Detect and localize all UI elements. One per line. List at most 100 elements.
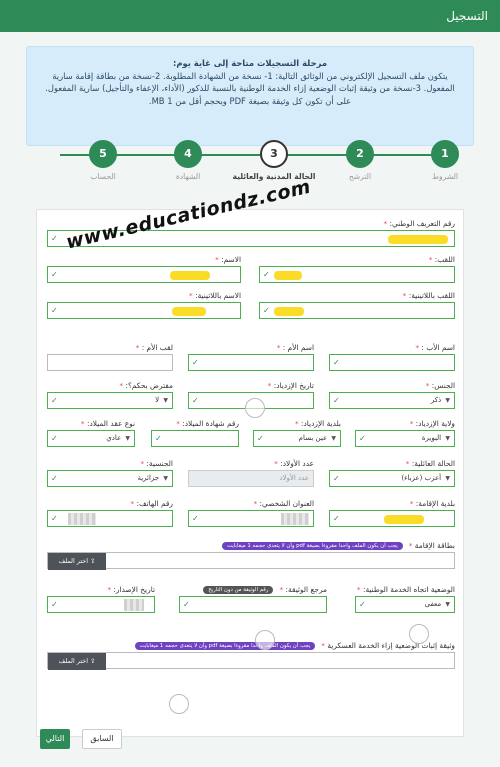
firstname-latin-input[interactable]: ✓ [47, 302, 241, 319]
choose-file-button[interactable]: ⇪ اختر الملف [48, 653, 106, 670]
next-button[interactable]: التالي [40, 729, 70, 749]
required-mark: * [274, 459, 278, 468]
birth-cert-type-field: نوع عقد الميلاد: * ✓ ▼ عادي [47, 418, 135, 447]
check-icon: ✓ [51, 270, 58, 279]
doc-ref-hint-badge: رقم الوثيقة من دون التاريخ [203, 586, 274, 594]
address-input[interactable]: ✓ [188, 510, 314, 527]
residence-card-file-input[interactable]: ⇪ اختر الملف [47, 552, 455, 570]
firstname-input[interactable]: ✓ [47, 266, 241, 283]
notice-title: مرحلة التسجيلات متاحة إلى غاية يوم: [172, 58, 328, 68]
step-label: الشروط [431, 172, 459, 181]
step-number: 2 [346, 140, 374, 168]
field-label: الحالة العائلية: [411, 459, 455, 468]
file-hint-badge: يجب أن يكون الملف واحدا مقروءا بصيغة pdf… [134, 642, 316, 650]
field-label: نوع عقد الميلاد: [86, 419, 135, 428]
children-input[interactable]: عدد الأولاد [188, 470, 314, 487]
birth-cert-type-select[interactable]: ✓ ▼ عادي [47, 430, 135, 447]
nationality-select[interactable]: ✓ ▼ جزائرية [47, 470, 173, 487]
field-label: اللقب باللاتينية: [408, 291, 455, 300]
check-icon: ✓ [263, 270, 270, 279]
issue-date-input[interactable]: ✓ [47, 596, 155, 613]
required-mark: * [321, 641, 325, 650]
field-label: الجنس: [431, 381, 455, 390]
required-mark: * [80, 419, 85, 428]
step-number: 4 [174, 140, 202, 168]
choose-file-button[interactable]: ⇪ اختر الملف [48, 553, 106, 570]
father-name-input[interactable]: ✓ [329, 354, 455, 371]
step-candidacy[interactable]: 2 الترشح [315, 136, 405, 182]
field-label: رقم التعريف الوطني: [389, 219, 456, 228]
upload-icon: ⇪ [90, 557, 96, 565]
check-icon: ✓ [51, 234, 58, 243]
chevron-down-icon: ▼ [125, 435, 130, 442]
blurred-value [124, 599, 144, 611]
field-label: لقب الأم : [141, 343, 173, 352]
required-mark: * [415, 343, 420, 352]
redaction-mark [170, 271, 210, 280]
select-value: لا [155, 396, 160, 404]
firstname-field: الاسم: * ✓ [47, 254, 241, 283]
chevron-down-icon: ▼ [445, 397, 450, 404]
issue-date-field: تاريخ الإصدار: * ✓ [47, 584, 155, 613]
chevron-down-icon: ▼ [445, 435, 450, 442]
birth-wilaya-select[interactable]: ✓ ▼ البويرة [355, 430, 455, 447]
check-icon: ✓ [333, 396, 340, 405]
step-label: الحساب [90, 172, 116, 181]
ns-doc-file-input[interactable]: ⇪ اختر الملف [47, 652, 455, 670]
required-mark: * [119, 381, 124, 390]
ns-status-field: الوضعية اتجاه الخدمة الوطنية: * ✓ ▼ معفى [355, 584, 455, 613]
blurred-value [68, 513, 96, 525]
field-label: وثيقة إثبات الوضعية إزاء الخدمة العسكرية [327, 641, 455, 650]
redaction-mark [274, 307, 304, 316]
required-mark: * [294, 419, 299, 428]
presumed-select[interactable]: ✓ ▼ لا [47, 392, 173, 409]
field-label: مرجع الوثيقة: [285, 585, 328, 594]
birth-commune-select[interactable]: ✓ ▼ عين بسام [253, 430, 341, 447]
check-icon: ✓ [359, 600, 366, 609]
field-label: عدد الأولاد: [280, 459, 314, 468]
gender-field: الجنس: * ✓ ▼ ذكر [329, 380, 455, 409]
doc-ref-input[interactable]: ✓ [179, 596, 327, 613]
residence-commune-select[interactable]: ✓ [329, 510, 455, 527]
mother-lastname-input[interactable] [47, 354, 173, 371]
step-number: 5 [89, 140, 117, 168]
mother-lastname-field: لقب الأم : * [47, 342, 173, 371]
previous-button[interactable]: السابق [82, 729, 122, 749]
field-label: بطاقة الإقامة [414, 541, 455, 550]
upload-icon: ⇪ [90, 657, 96, 665]
check-icon: ✓ [51, 306, 58, 315]
gender-select[interactable]: ✓ ▼ ذكر [329, 392, 455, 409]
field-label: الجنسية: [146, 459, 173, 468]
step-certificate[interactable]: 4 الشهادة [143, 136, 233, 182]
check-icon: ✓ [333, 358, 340, 367]
field-label: رقم شهادة الميلاد: [182, 419, 239, 428]
info-notice: مرحلة التسجيلات متاحة إلى غاية يوم: يتكو… [26, 46, 474, 146]
lastname-input[interactable]: ✓ [259, 266, 455, 283]
field-label: رقم الهاتف: [136, 499, 173, 508]
page-title: التسجيل [446, 9, 488, 23]
field-label: بلدية الإزدياد: [301, 419, 341, 428]
chevron-down-icon: ▼ [445, 475, 450, 482]
chevron-down-icon: ▼ [331, 435, 336, 442]
birth-cert-num-field: رقم شهادة الميلاد: * ✓ [151, 418, 239, 447]
step-conditions[interactable]: 1 الشروط [400, 136, 490, 182]
step-label: الترشح [348, 172, 372, 181]
required-mark: * [107, 585, 112, 594]
check-icon: ✓ [333, 474, 340, 483]
ns-doc-upload: وثيقة إثبات الوضعية إزاء الخدمة العسكرية… [47, 640, 455, 670]
phone-input[interactable]: ✓ [47, 510, 173, 527]
mother-name-input[interactable]: ✓ [188, 354, 314, 371]
chevron-down-icon: ▼ [163, 397, 168, 404]
lastname-latin-input[interactable]: ✓ [259, 302, 455, 319]
required-mark: * [428, 255, 433, 264]
blurred-value [281, 513, 309, 525]
field-label: بلدية الإقامة: [415, 499, 455, 508]
firstname-latin-field: الاسم باللاتينية: * ✓ [47, 290, 241, 319]
marital-select[interactable]: ✓ ▼ أعزب (عزباء) [329, 470, 455, 487]
step-account[interactable]: 5 الحساب [58, 136, 148, 182]
chevron-down-icon: ▼ [163, 475, 168, 482]
check-icon: ✓ [51, 396, 58, 405]
field-label: العنوان الشخصي: [259, 499, 314, 508]
ns-status-select[interactable]: ✓ ▼ معفى [355, 596, 455, 613]
birth-cert-num-input[interactable]: ✓ [151, 430, 239, 447]
